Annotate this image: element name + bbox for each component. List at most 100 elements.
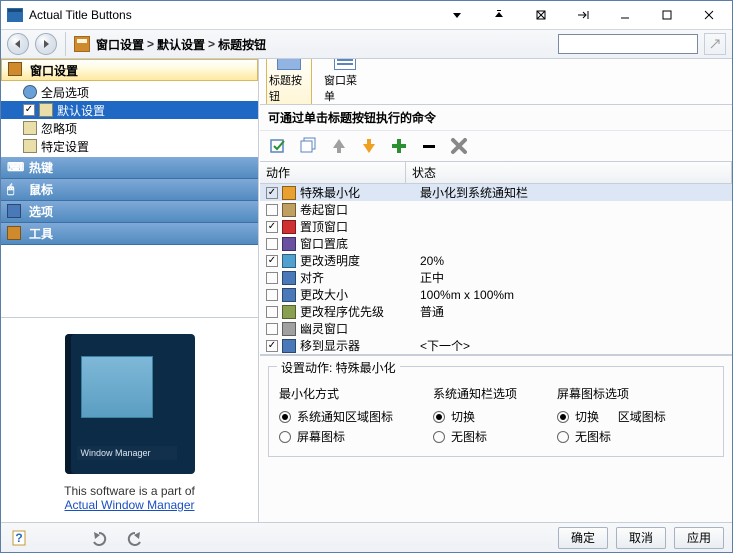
- row-checkbox[interactable]: [266, 306, 278, 318]
- row-icon: [282, 237, 296, 251]
- sidebar-section-label: 工具: [29, 225, 53, 242]
- list-row[interactable]: ✓移到显示器<下一个>: [260, 337, 732, 354]
- cancel-button[interactable]: 取消: [616, 527, 666, 549]
- list-row[interactable]: ✓ 置顶窗口: [260, 218, 732, 235]
- check-all-button[interactable]: [268, 135, 290, 157]
- tree-item-default[interactable]: ✓ 默认设置: [1, 101, 258, 119]
- action-toolbar: [260, 131, 732, 161]
- sidebar-section-tools[interactable]: 工具: [1, 223, 258, 245]
- tree-checkbox[interactable]: ✓: [23, 104, 35, 116]
- column-status[interactable]: 状态: [406, 162, 732, 183]
- list-row[interactable]: ✓更改透明度20%: [260, 252, 732, 269]
- list-row[interactable]: 更改大小100%m x 100%m: [260, 286, 732, 303]
- move-down-button[interactable]: [358, 135, 380, 157]
- row-status: 普通: [420, 303, 732, 320]
- row-checkbox[interactable]: ✓: [266, 255, 278, 267]
- nav-back-button[interactable]: [7, 33, 29, 55]
- row-action: 幽灵窗口: [300, 320, 420, 337]
- row-checkbox[interactable]: ✓: [266, 221, 278, 233]
- uncheck-all-button[interactable]: [298, 135, 320, 157]
- tree-item-global[interactable]: 全局选项: [1, 83, 258, 101]
- list-row[interactable]: ✓特殊最小化最小化到系统通知栏: [260, 184, 732, 201]
- list-row[interactable]: 对齐正中: [260, 269, 732, 286]
- content: 标题按钮 窗口菜单 可通过单击标题按钮执行的命令 动作 状态 ✓特殊最小化最小化…: [259, 59, 732, 522]
- sidebar-tree: 全局选项 ✓ 默认设置 忽略项 特定设置: [1, 81, 258, 157]
- titlebar-custom-3[interactable]: [520, 1, 562, 29]
- radio-screen-none[interactable]: 无图标: [557, 428, 666, 445]
- row-checkbox[interactable]: ✓: [266, 187, 278, 199]
- sidebar-section-options[interactable]: 选项: [1, 201, 258, 223]
- promo-link[interactable]: Actual Window Manager: [64, 498, 194, 512]
- row-status: 正中: [420, 269, 732, 286]
- list-row[interactable]: 更改程序优先级普通: [260, 303, 732, 320]
- tab-title-buttons[interactable]: 标题按钮: [266, 59, 312, 104]
- list-row[interactable]: 幽灵窗口: [260, 320, 732, 337]
- row-checkbox[interactable]: [266, 272, 278, 284]
- sidebar-section-mouse[interactable]: 🖱 鼠标: [1, 179, 258, 201]
- row-action: 更改大小: [300, 286, 420, 303]
- tree-item-label: 特定设置: [41, 138, 89, 155]
- radio-screen-icon[interactable]: 屏幕图标: [279, 428, 393, 445]
- radio-tray-none[interactable]: 无图标: [433, 428, 517, 445]
- help-button[interactable]: ?: [9, 527, 33, 549]
- search-input[interactable]: [558, 34, 698, 54]
- tree-item-specific[interactable]: 特定设置: [1, 137, 258, 155]
- options-icon: [7, 204, 23, 220]
- titlebar-custom-4[interactable]: [562, 1, 604, 29]
- row-action: 移到显示器: [300, 337, 420, 354]
- row-action: 置顶窗口: [300, 218, 420, 235]
- apply-button[interactable]: 应用: [674, 527, 724, 549]
- titlebar-custom-2[interactable]: [478, 1, 520, 29]
- breadcrumb-part-2[interactable]: 标题按钮: [218, 36, 266, 53]
- titlebar-custom-1[interactable]: [436, 1, 478, 29]
- row-checkbox[interactable]: [266, 204, 278, 216]
- radio-tray-toggle[interactable]: 切换: [433, 408, 517, 425]
- tree-item-label: 默认设置: [57, 102, 105, 119]
- list-row[interactable]: 卷起窗口: [260, 201, 732, 218]
- add-button[interactable]: [388, 135, 410, 157]
- breadcrumb[interactable]: 窗口设置> 默认设置> 标题按钮: [96, 36, 266, 53]
- sidebar-section-hotkeys[interactable]: ⌨ 热键: [1, 157, 258, 179]
- column-action[interactable]: 动作: [260, 162, 406, 183]
- tree-item-ignore[interactable]: 忽略项: [1, 119, 258, 137]
- breadcrumb-part-0[interactable]: 窗口设置: [96, 36, 144, 53]
- remove-button[interactable]: [418, 135, 440, 157]
- row-checkbox[interactable]: [266, 238, 278, 250]
- listview-header: 动作 状态: [260, 162, 732, 184]
- close-button[interactable]: [688, 1, 730, 29]
- row-checkbox[interactable]: [266, 289, 278, 301]
- maximize-button[interactable]: [646, 1, 688, 29]
- window-settings-icon: [8, 62, 24, 78]
- redo-button[interactable]: [121, 527, 145, 549]
- app-title: Actual Title Buttons: [29, 8, 132, 22]
- delete-button[interactable]: [448, 135, 470, 157]
- move-up-button[interactable]: [328, 135, 350, 157]
- radio-tray-icon[interactable]: 系统通知区域图标: [279, 408, 393, 425]
- undo-button[interactable]: [89, 527, 113, 549]
- tab-window-menu[interactable]: 窗口菜单: [322, 59, 368, 104]
- sidebar-section-label: 窗口设置: [30, 62, 78, 79]
- breadcrumb-part-1[interactable]: 默认设置: [157, 36, 205, 53]
- window-icon: [39, 103, 53, 117]
- ok-button[interactable]: 确定: [558, 527, 608, 549]
- row-checkbox[interactable]: [266, 323, 278, 335]
- minimize-button[interactable]: [604, 1, 646, 29]
- row-icon: [282, 203, 296, 217]
- row-action: 卷起窗口: [300, 201, 420, 218]
- row-status: 20%: [420, 254, 732, 268]
- tools-icon: [7, 226, 23, 242]
- list-row[interactable]: 窗口置底: [260, 235, 732, 252]
- nav-forward-button[interactable]: [35, 33, 57, 55]
- hotkey-icon: ⌨: [7, 160, 23, 176]
- sidebar-section-window-settings[interactable]: 窗口设置: [1, 59, 258, 81]
- row-status: 100%m x 100%m: [420, 288, 732, 302]
- group-minimize-method: 最小化方式 系统通知区域图标 屏幕图标: [279, 385, 393, 448]
- ignore-icon: [23, 121, 37, 135]
- row-checkbox[interactable]: ✓: [266, 340, 278, 352]
- row-icon: [282, 305, 296, 319]
- promo-text: This software is a part of: [1, 484, 258, 498]
- radio-screen-toggle[interactable]: 切换 区域图标: [557, 408, 666, 425]
- row-icon: [282, 254, 296, 268]
- search-go-button[interactable]: [704, 33, 726, 55]
- extra-label: 区域图标: [618, 408, 666, 425]
